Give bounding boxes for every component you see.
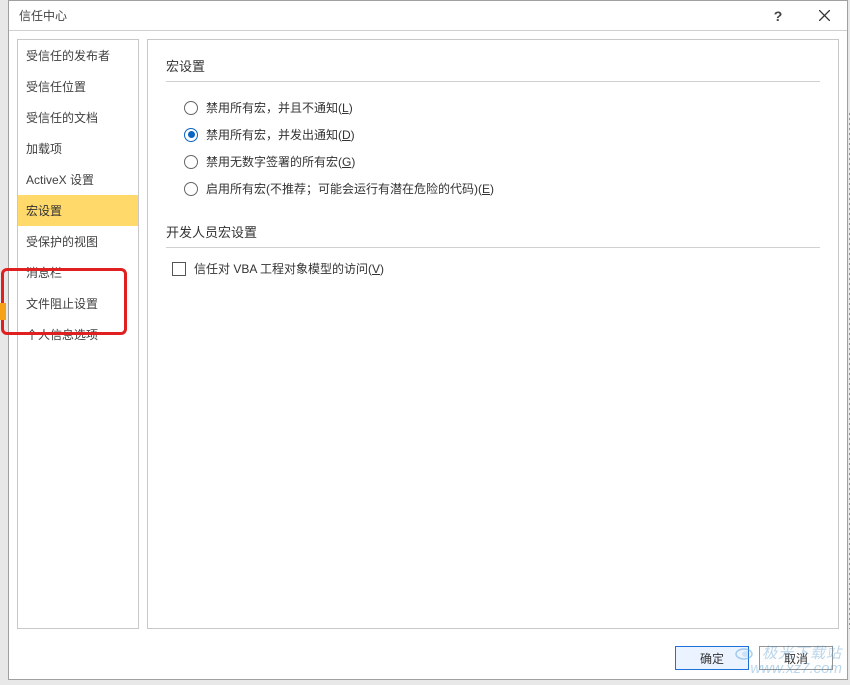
checkbox-label: 信任对 VBA 工程对象模型的访问(V): [194, 260, 384, 277]
radio-icon: [184, 155, 198, 169]
sidebar-item-trusted-documents[interactable]: 受信任的文档: [18, 102, 138, 133]
macro-option-disable-notify[interactable]: 禁用所有宏，并发出通知(D): [184, 121, 820, 148]
sidebar-item-trusted-publishers[interactable]: 受信任的发布者: [18, 40, 138, 71]
sidebar-item-activex[interactable]: ActiveX 设置: [18, 164, 138, 195]
radio-icon: [184, 101, 198, 115]
annotation-orange-marker: [0, 303, 6, 320]
macro-option-disable-unsigned[interactable]: 禁用无数字签署的所有宏(G): [184, 148, 820, 175]
sidebar: 受信任的发布者 受信任位置 受信任的文档 加载项 ActiveX 设置 宏设置 …: [17, 39, 139, 629]
radio-label: 启用所有宏(不推荐；可能会运行有潜在危险的代码)(E): [206, 180, 494, 197]
content-pane: 宏设置 禁用所有宏，并且不通知(L) 禁用所有宏，并发出通知(D) 禁用无数字签…: [147, 39, 839, 629]
sidebar-item-file-block[interactable]: 文件阻止设置: [18, 288, 138, 319]
macro-radio-group: 禁用所有宏，并且不通知(L) 禁用所有宏，并发出通知(D) 禁用无数字签署的所有…: [184, 94, 820, 202]
dialog-footer: 确定 取消: [9, 637, 847, 679]
cancel-button[interactable]: 取消: [759, 646, 833, 670]
sidebar-item-macro-settings[interactable]: 宏设置: [18, 195, 138, 226]
close-icon: [819, 10, 830, 21]
help-button[interactable]: ?: [755, 1, 801, 31]
trust-vba-checkbox-row[interactable]: 信任对 VBA 工程对象模型的访问(V): [172, 260, 820, 277]
checkbox-icon: [172, 262, 186, 276]
dialog-body: 受信任的发布者 受信任位置 受信任的文档 加载项 ActiveX 设置 宏设置 …: [9, 31, 847, 637]
sidebar-item-addins[interactable]: 加载项: [18, 133, 138, 164]
dialog-title: 信任中心: [19, 7, 755, 24]
radio-label: 禁用无数字签署的所有宏(G): [206, 153, 355, 170]
close-button[interactable]: [801, 1, 847, 31]
sidebar-item-privacy[interactable]: 个人信息选项: [18, 319, 138, 350]
radio-icon: [184, 182, 198, 196]
radio-label: 禁用所有宏，并发出通知(D): [206, 126, 355, 143]
sidebar-item-protected-view[interactable]: 受保护的视图: [18, 226, 138, 257]
sidebar-item-message-bar[interactable]: 消息栏: [18, 257, 138, 288]
section-macro-settings-title: 宏设置: [166, 56, 820, 82]
radio-label: 禁用所有宏，并且不通知(L): [206, 99, 353, 116]
radio-icon: [184, 128, 198, 142]
macro-option-enable-all[interactable]: 启用所有宏(不推荐；可能会运行有潜在危险的代码)(E): [184, 175, 820, 202]
titlebar: 信任中心 ?: [9, 1, 847, 31]
trust-center-dialog: 信任中心 ? 受信任的发布者 受信任位置 受信任的文档 加载项 ActiveX …: [8, 0, 848, 680]
help-icon: ?: [774, 8, 783, 24]
sidebar-item-trusted-locations[interactable]: 受信任位置: [18, 71, 138, 102]
ok-button[interactable]: 确定: [675, 646, 749, 670]
macro-option-disable-no-notify[interactable]: 禁用所有宏，并且不通知(L): [184, 94, 820, 121]
section-developer-title: 开发人员宏设置: [166, 222, 820, 248]
